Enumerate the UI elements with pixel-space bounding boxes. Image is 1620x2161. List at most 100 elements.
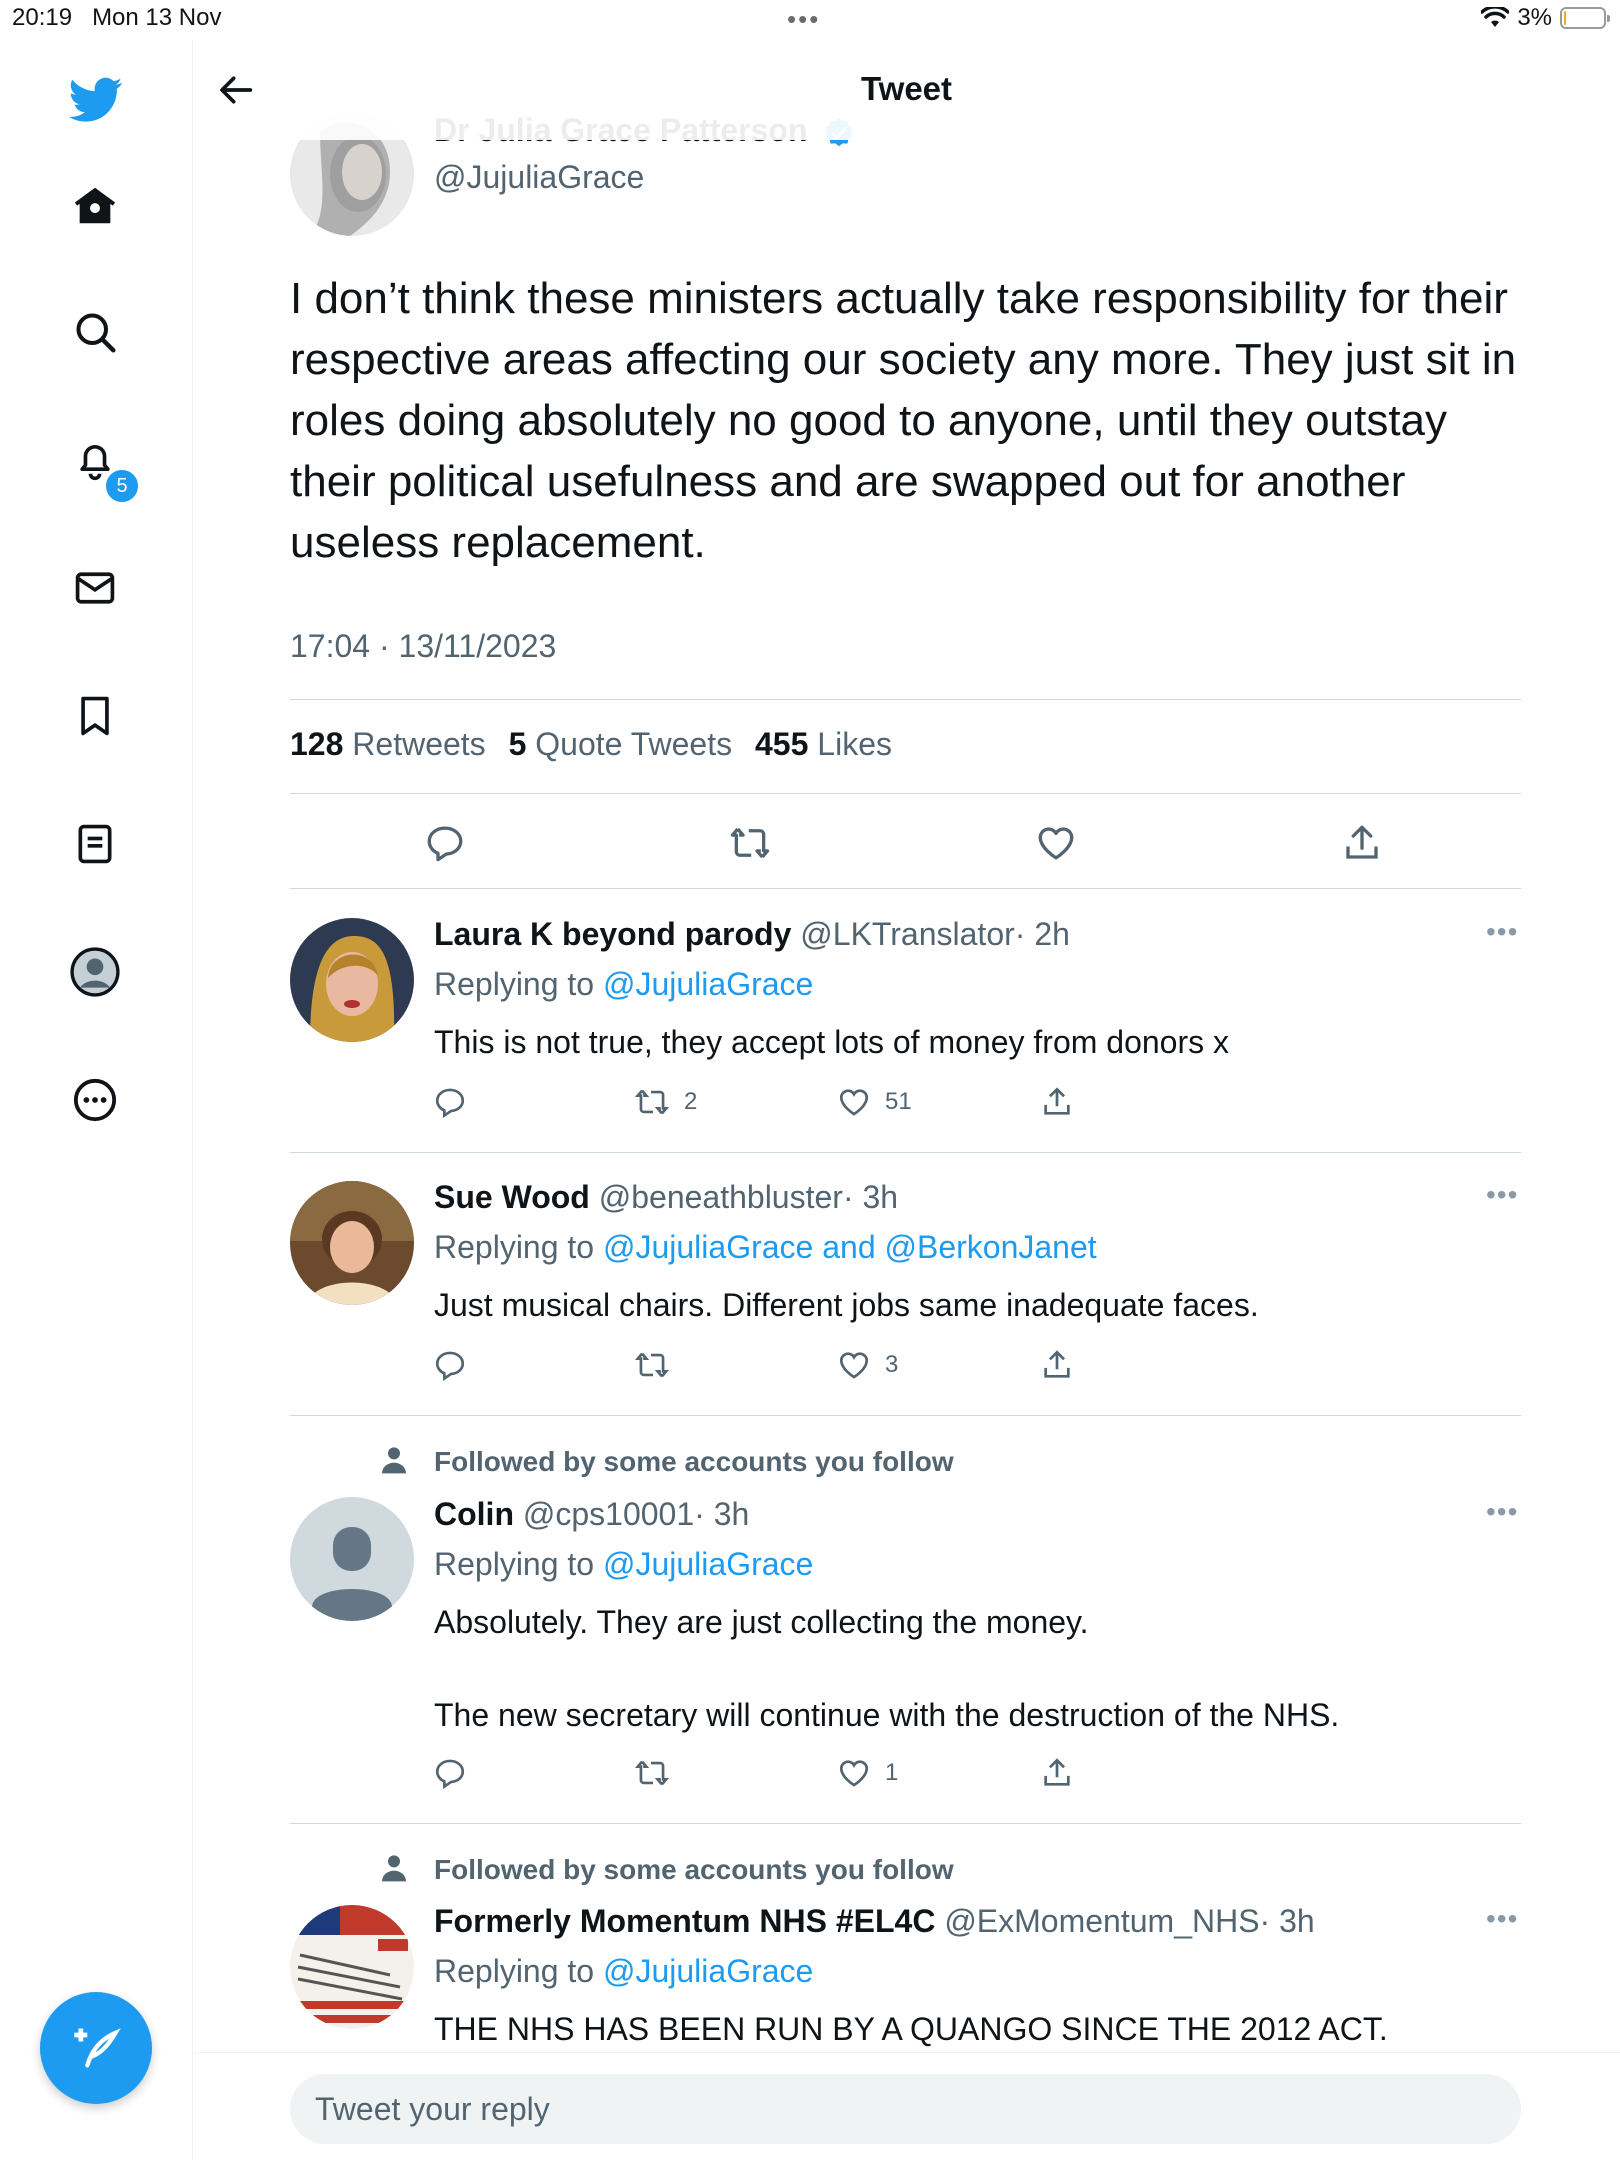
reply-header: Sue Wood @beneathbluster· 3h	[434, 1179, 898, 1216]
reply-retweet-button[interactable]	[634, 1756, 684, 1790]
retweet-icon	[634, 1760, 670, 1786]
status-time-date: 20:19 Mon 13 Nov	[12, 4, 221, 32]
reply-retweet-button[interactable]: 2	[634, 1085, 697, 1119]
divider	[290, 793, 1521, 794]
retweet-button[interactable]	[725, 818, 775, 868]
retweet-count: 2	[684, 1088, 698, 1115]
reply-author-name[interactable]: Formerly Momentum NHS #EL4C	[434, 1903, 935, 1939]
list-icon[interactable]	[67, 816, 123, 872]
sidebar: 5	[0, 40, 193, 2160]
heart-icon	[1038, 827, 1074, 860]
replying-to: Replying to @JujuliaGrace and @BerkonJan…	[434, 1229, 1097, 1265]
tweet-text: I don’t think these ministers actually t…	[290, 274, 1517, 567]
battery-icon	[1560, 7, 1610, 29]
reply-more-button[interactable]: •••	[1486, 1903, 1518, 1935]
divider	[290, 1415, 1521, 1416]
reply-icon	[435, 1351, 465, 1381]
reply-more-button[interactable]: •••	[1486, 1179, 1518, 1211]
replying-to: Replying to @JujuliaGrace	[434, 1953, 814, 1989]
reply-avatar[interactable]	[290, 1181, 414, 1305]
like-count: 3	[885, 1351, 899, 1378]
reply-avatar[interactable]	[290, 1497, 414, 1621]
reply-text: This is not true, they accept lots of mo…	[434, 1024, 1230, 1060]
search-icon[interactable]	[67, 304, 123, 360]
heart-icon	[839, 1760, 869, 1787]
reply-author-handle[interactable]: @beneathbluster	[599, 1179, 843, 1215]
reply-header: Colin @cps10001· 3h	[434, 1496, 749, 1533]
divider	[290, 1152, 1521, 1153]
status-date: Mon 13 Nov	[92, 4, 222, 31]
reply-author-name[interactable]: Sue Wood	[434, 1179, 590, 1215]
reply-time: · 3h	[842, 1179, 899, 1215]
home-icon[interactable]	[67, 178, 123, 234]
status-right: 3%	[1481, 4, 1610, 32]
retweet-icon	[634, 1352, 670, 1378]
reply-input[interactable]	[290, 2074, 1521, 2144]
retweet-icon	[634, 1089, 670, 1115]
replying-to-link[interactable]: @JujuliaGrace	[603, 1953, 813, 1989]
heart-icon	[839, 1089, 869, 1116]
reply-more-button[interactable]: •••	[1486, 1496, 1518, 1528]
profile-icon[interactable]	[67, 944, 123, 1000]
reply-more-button[interactable]: •••	[1486, 916, 1518, 948]
reply-retweet-button[interactable]	[634, 1348, 684, 1382]
divider	[290, 888, 1521, 889]
reply-avatar[interactable]	[290, 1905, 414, 2029]
reply-text: Just musical chairs. Different jobs same…	[434, 1287, 1259, 1323]
reply-like-button[interactable]: 51	[837, 1085, 912, 1119]
mail-icon[interactable]	[67, 560, 123, 616]
twitter-logo-icon[interactable]	[66, 70, 126, 130]
likes-stat[interactable]: 455 Likes	[755, 726, 892, 762]
like-count: 1	[885, 1759, 899, 1786]
reply-reply-button[interactable]	[433, 1348, 467, 1382]
reply-author-handle[interactable]: @cps10001	[523, 1496, 694, 1532]
notification-badge: 5	[104, 468, 140, 504]
share-button[interactable]	[1337, 818, 1387, 868]
more-icon[interactable]	[67, 1072, 123, 1128]
reply-author-handle[interactable]: @ExMomentum_NHS	[944, 1903, 1259, 1939]
retweets-stat[interactable]: 128 Retweets	[290, 726, 486, 762]
replying-to-link[interactable]: @JujuliaGrace	[603, 966, 813, 1002]
reply-header: Laura K beyond parody @LKTranslator· 2h	[434, 916, 1070, 953]
social-context: Followed by some accounts you follow	[434, 1446, 954, 1477]
multitasking-dots[interactable]: •••	[787, 4, 820, 35]
replying-to-link[interactable]: @JujuliaGrace	[603, 1546, 813, 1582]
battery-fill	[1564, 11, 1566, 25]
bookmark-icon[interactable]	[67, 688, 123, 744]
battery-percent: 3%	[1517, 4, 1552, 31]
reply-author-name[interactable]: Colin	[434, 1496, 514, 1532]
reply-like-button[interactable]: 3	[837, 1348, 898, 1382]
reply-author-handle[interactable]: @LKTranslator	[800, 916, 1014, 952]
replying-to: Replying to @JujuliaGrace	[434, 1546, 814, 1582]
reply-time: · 2h	[1014, 916, 1070, 952]
replying-to-link[interactable]: @JujuliaGrace and @BerkonJanet	[603, 1229, 1097, 1265]
person-icon	[382, 1855, 406, 1882]
page-title: Tweet	[860, 70, 953, 107]
tweet-stats: 128 Retweets 5 Quote Tweets 455 Likes	[290, 726, 892, 763]
like-button[interactable]	[1031, 818, 1081, 868]
reply-icon	[435, 1759, 465, 1789]
divider	[290, 699, 1521, 700]
reply-avatar[interactable]	[290, 918, 414, 1042]
reply-share-button[interactable]	[1040, 1085, 1074, 1119]
reply-icon	[435, 1088, 465, 1118]
share-icon	[1044, 1350, 1070, 1378]
reply-author-name[interactable]: Laura K beyond parody	[434, 916, 791, 952]
person-icon	[382, 1447, 406, 1474]
reply-text: THE NHS HAS BEEN RUN BY A QUANGO SINCE T…	[434, 2011, 1388, 2047]
header: Tweet	[193, 40, 1620, 140]
author-handle[interactable]: @JujuliaGrace	[434, 159, 644, 196]
reply-time: · 3h	[694, 1496, 750, 1532]
reply-share-button[interactable]	[1040, 1756, 1074, 1790]
reply-reply-button[interactable]	[433, 1085, 467, 1119]
share-icon	[1044, 1758, 1070, 1786]
compose-tweet-button[interactable]	[40, 1992, 152, 2104]
retweet-icon	[730, 827, 770, 859]
divider	[290, 1823, 1521, 1824]
reply-like-button[interactable]: 1	[837, 1756, 898, 1790]
reply-button[interactable]	[420, 818, 470, 868]
reply-share-button[interactable]	[1040, 1348, 1074, 1382]
quotes-stat[interactable]: 5 Quote Tweets	[509, 726, 733, 762]
reply-reply-button[interactable]	[433, 1756, 467, 1790]
tweet-timestamp[interactable]: 17:04 · 13/11/2023	[290, 628, 556, 665]
